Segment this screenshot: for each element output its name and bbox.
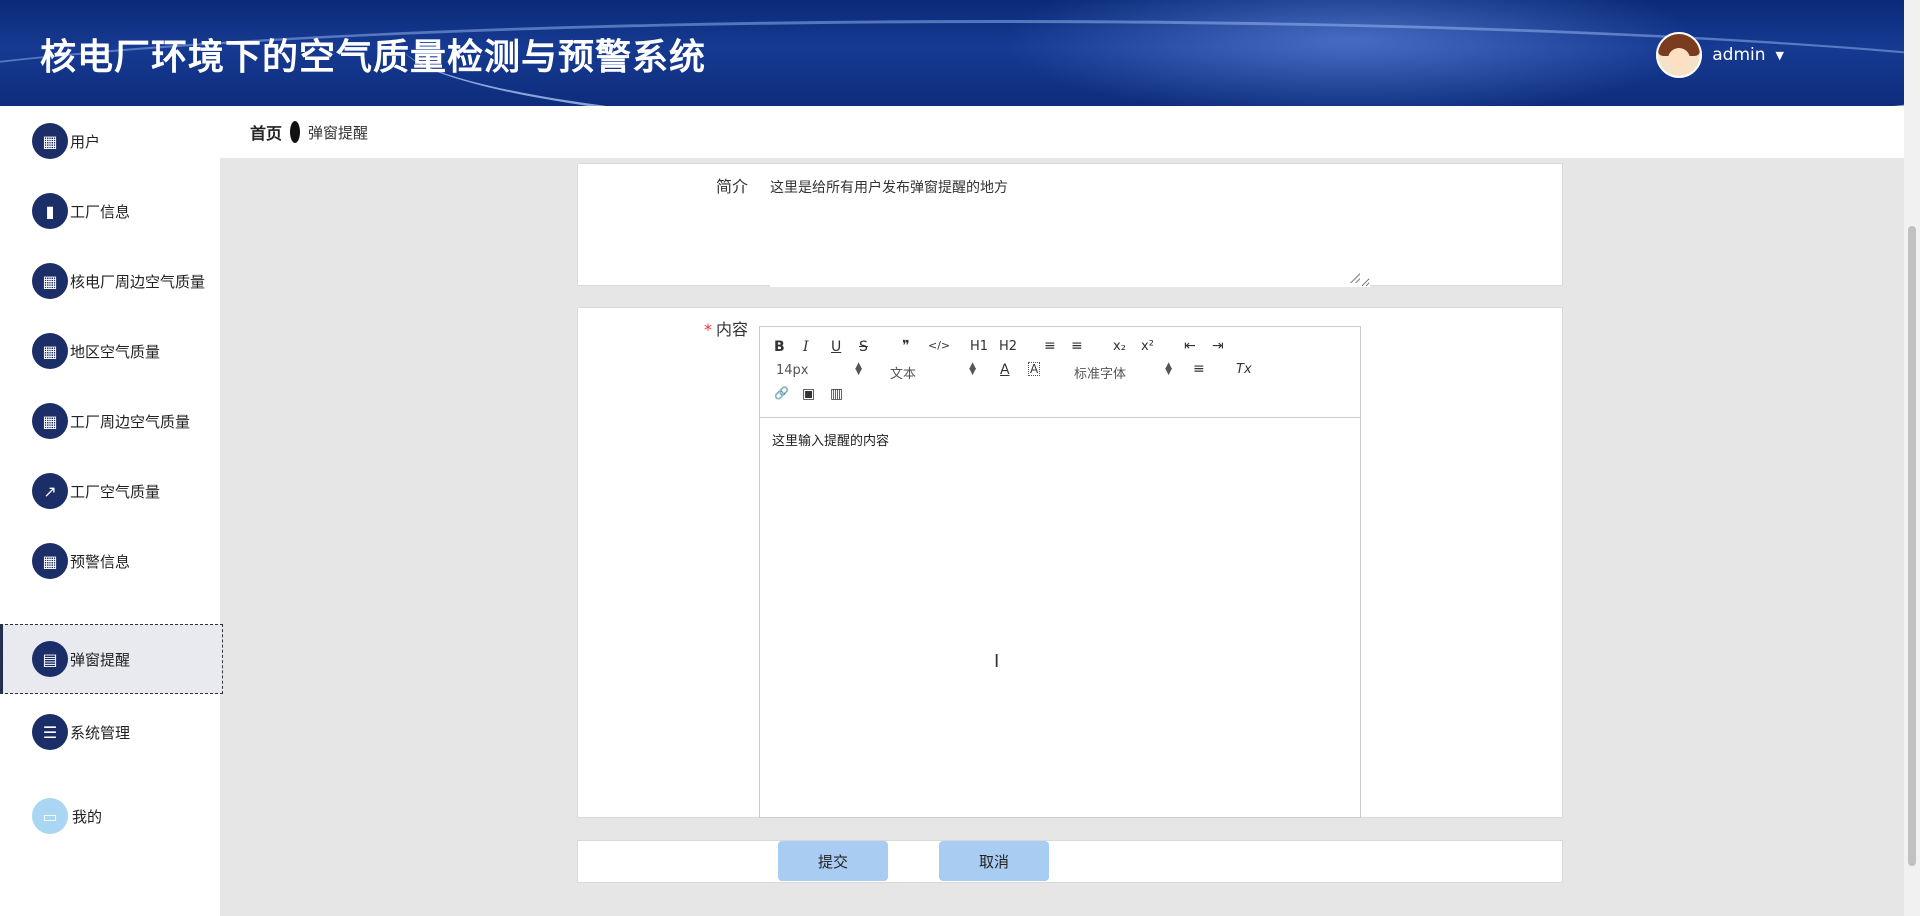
sidebar-item-factory-air[interactable]: ↗ 工厂空气质量 bbox=[0, 456, 220, 526]
sidebar-item-label: 工厂信息 bbox=[70, 202, 131, 221]
strike-button[interactable]: S bbox=[859, 339, 868, 355]
sidebar-item-system[interactable]: ☰ 系统管理 bbox=[0, 697, 220, 767]
breadcrumb: 首页 弹窗提醒 bbox=[250, 120, 368, 144]
font-color-button[interactable]: A bbox=[1000, 362, 1010, 378]
sidebar-item-popup-reminder[interactable]: ▤ 弹窗提醒 bbox=[0, 624, 223, 694]
editor-content[interactable]: 这里输入提醒的内容 bbox=[760, 418, 1360, 461]
table-icon: ▦ bbox=[32, 263, 68, 299]
superscript-button[interactable]: x² bbox=[1141, 339, 1154, 354]
intro-label: 简介 bbox=[716, 177, 749, 196]
breadcrumb-bar: 首页 弹窗提醒 bbox=[220, 106, 1904, 158]
breadcrumb-separator-icon bbox=[290, 121, 301, 143]
sidebar: ▦ 用户 ▮ 工厂信息 ▦ 核电厂周边空气质量 ▦ 地区空气质量 ▦ 工厂周边空… bbox=[0, 106, 223, 916]
intro-panel: 简介 这里是给所有用户发布弹窗提醒的地方 bbox=[577, 163, 1563, 287]
app-title: 核电厂环境下的空气质量检测与预警系统 bbox=[40, 37, 707, 78]
editor-toolbar: B I U S ❞ </> H1 H2 ≡ ≡ x₂ x² ⇤ ⇥ 14px ▲… bbox=[760, 327, 1360, 418]
bar-chart-icon: ▮ bbox=[32, 193, 68, 229]
link-button[interactable]: 🔗 bbox=[774, 386, 789, 400]
avatar[interactable] bbox=[1656, 32, 1703, 78]
font-family-value: 标准字体 bbox=[1074, 367, 1127, 382]
sidebar-item-label: 工厂空气质量 bbox=[70, 482, 161, 501]
user-name[interactable]: admin bbox=[1712, 45, 1765, 65]
intro-textarea[interactable]: 这里是给所有用户发布弹窗提醒的地方 bbox=[770, 177, 1370, 287]
font-family-select[interactable]: 标准字体 ▲ ▼ bbox=[1074, 361, 1172, 383]
underline-button[interactable]: U bbox=[831, 339, 841, 355]
subscript-button[interactable]: x₂ bbox=[1113, 339, 1126, 354]
sidebar-item-mine[interactable]: ▭ 我的 bbox=[0, 781, 220, 851]
user-menu[interactable]: admin ▼ bbox=[1656, 32, 1784, 78]
sidebar-item-label: 工厂周边空气质量 bbox=[70, 412, 191, 431]
breadcrumb-current: 弹窗提醒 bbox=[308, 123, 369, 142]
sidebar-item-label: 系统管理 bbox=[70, 723, 131, 742]
sidebar-item-label: 我的 bbox=[72, 807, 103, 826]
sidebar-item-warning[interactable]: ▦ 预警信息 bbox=[0, 526, 220, 596]
ordered-list-button[interactable]: ≡ bbox=[1044, 338, 1056, 354]
cancel-button[interactable]: 取消 bbox=[939, 841, 1049, 881]
sidebar-item-region-air[interactable]: ▦ 地区空气质量 bbox=[0, 316, 220, 386]
select-arrows-icon: ▲ ▼ bbox=[969, 361, 976, 377]
background-color-button[interactable]: A bbox=[1028, 362, 1041, 376]
line-chart-icon: ↗ bbox=[32, 473, 68, 509]
clear-format-button[interactable]: Tx bbox=[1236, 362, 1252, 377]
app-header: 核电厂环境下的空气质量检测与预警系统 admin ▼ bbox=[0, 0, 1904, 106]
content-panel: * 内容 B I U S ❞ </> H1 H2 ≡ ≡ x₂ x² ⇤ ⇥ 14… bbox=[577, 307, 1563, 818]
text-type-value: 文本 bbox=[890, 367, 917, 382]
text-type-select[interactable]: 文本 ▲ ▼ bbox=[890, 361, 976, 383]
content-label: * 内容 bbox=[704, 316, 748, 340]
bullet-list-button[interactable]: ≡ bbox=[1071, 338, 1083, 354]
font-size-value: 14px bbox=[776, 363, 809, 378]
text-cursor-icon: I bbox=[994, 651, 1000, 672]
quote-button[interactable]: ❞ bbox=[902, 338, 910, 354]
wallet-icon: ▭ bbox=[32, 798, 68, 834]
sidebar-item-users[interactable]: ▦ 用户 bbox=[0, 106, 220, 176]
sidebar-item-label: 用户 bbox=[70, 132, 101, 151]
sidebar-item-label: 预警信息 bbox=[70, 552, 131, 571]
clipboard-icon: ▤ bbox=[32, 641, 68, 677]
content-label-text: 内容 bbox=[716, 320, 749, 339]
page-scrollbar[interactable] bbox=[1904, 0, 1920, 916]
video-button[interactable]: ▥ bbox=[830, 386, 843, 402]
grid-icon: ▦ bbox=[32, 403, 68, 439]
sidebar-item-label: 弹窗提醒 bbox=[70, 650, 131, 669]
scrollbar-thumb[interactable] bbox=[1908, 226, 1916, 866]
sidebar-item-label: 核电厂周边空气质量 bbox=[70, 272, 206, 291]
actions-panel: 提交 取消 bbox=[577, 840, 1563, 883]
sidebar-item-factory-surround-air[interactable]: ▦ 工厂周边空气质量 bbox=[0, 386, 220, 456]
sidebar-item-nuclear-air[interactable]: ▦ 核电厂周边空气质量 bbox=[0, 246, 220, 316]
font-size-select[interactable]: 14px ▲ ▼ bbox=[776, 361, 862, 379]
grid-icon: ▦ bbox=[32, 333, 68, 369]
breadcrumb-home[interactable]: 首页 bbox=[250, 120, 282, 144]
submit-button[interactable]: 提交 bbox=[778, 841, 888, 881]
image-button[interactable]: ▣ bbox=[802, 386, 815, 402]
italic-button[interactable]: I bbox=[803, 339, 809, 355]
sidebar-item-factory-info[interactable]: ▮ 工厂信息 bbox=[0, 176, 220, 246]
required-mark: * bbox=[704, 320, 712, 339]
rich-text-editor: B I U S ❞ </> H1 H2 ≡ ≡ x₂ x² ⇤ ⇥ 14px ▲… bbox=[759, 326, 1361, 818]
bold-button[interactable]: B bbox=[774, 339, 785, 355]
outdent-button[interactable]: ⇤ bbox=[1184, 338, 1196, 354]
code-button[interactable]: </> bbox=[928, 339, 950, 352]
grid-icon: ▦ bbox=[32, 543, 68, 579]
caret-down-icon[interactable]: ▼ bbox=[1776, 49, 1784, 62]
select-arrows-icon: ▲ ▼ bbox=[855, 361, 862, 377]
select-arrows-icon: ▲ ▼ bbox=[1165, 361, 1172, 377]
grid-icon: ▦ bbox=[32, 123, 68, 159]
h1-button[interactable]: H1 bbox=[970, 339, 988, 354]
resize-handle-icon[interactable] bbox=[1350, 273, 1360, 283]
indent-button[interactable]: ⇥ bbox=[1212, 338, 1224, 354]
sidebar-item-label: 地区空气质量 bbox=[70, 342, 161, 361]
h2-button[interactable]: H2 bbox=[999, 339, 1017, 354]
align-button[interactable]: ≡ bbox=[1193, 361, 1205, 377]
list-icon: ☰ bbox=[32, 714, 68, 750]
